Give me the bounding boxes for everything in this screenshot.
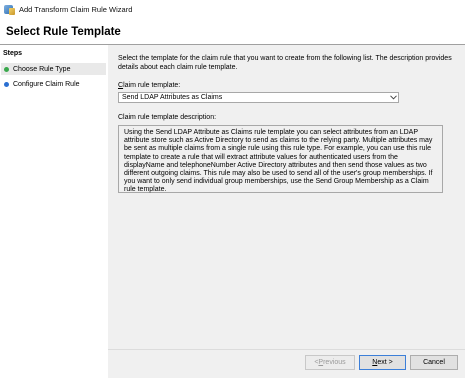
template-description-box: Using the Send LDAP Attribute as Claims … [118, 125, 443, 193]
template-description-text: Using the Send LDAP Attribute as Claims … [124, 129, 433, 194]
content-panel: Select the template for the claim rule t… [108, 45, 465, 378]
chevron-down-icon[interactable] [388, 93, 398, 102]
wizard-header: Select Rule Template [0, 18, 465, 45]
footer-divider [108, 349, 465, 350]
claim-rule-template-select[interactable]: Send LDAP Attributes as Claims [118, 92, 399, 103]
claim-rule-template-label: Claim rule template: [118, 82, 180, 89]
selected-template: Send LDAP Attributes as Claims [122, 94, 223, 101]
step-choose-rule-type[interactable]: Choose Rule Type [1, 63, 106, 75]
previous-button[interactable]: < Previous [305, 355, 355, 370]
intro-text: Select the template for the claim rule t… [118, 55, 452, 71]
label-rest: laim rule template: [123, 82, 181, 89]
title-bar: Add Transform Claim Rule Wizard [0, 0, 465, 18]
step-current-dot-icon [4, 66, 9, 72]
window-title: Add Transform Claim Rule Wizard [19, 4, 133, 14]
previous-rest: revious [323, 359, 346, 366]
step-label: Configure Claim Rule [13, 80, 80, 88]
cancel-button[interactable]: Cancel [410, 355, 458, 370]
next-button[interactable]: Next > [359, 355, 406, 370]
page-title: Select Rule Template [6, 26, 121, 38]
steps-panel: Steps Choose Rule Type Configure Claim R… [0, 45, 108, 378]
description-label: Claim rule template description: [118, 114, 217, 121]
steps-title: Steps [3, 50, 23, 57]
wizard-app-icon [4, 4, 15, 15]
step-label: Choose Rule Type [13, 65, 71, 73]
next-rest: ext > [377, 359, 393, 366]
step-configure-claim-rule[interactable]: Configure Claim Rule [1, 78, 106, 90]
step-pending-dot-icon [4, 81, 9, 87]
